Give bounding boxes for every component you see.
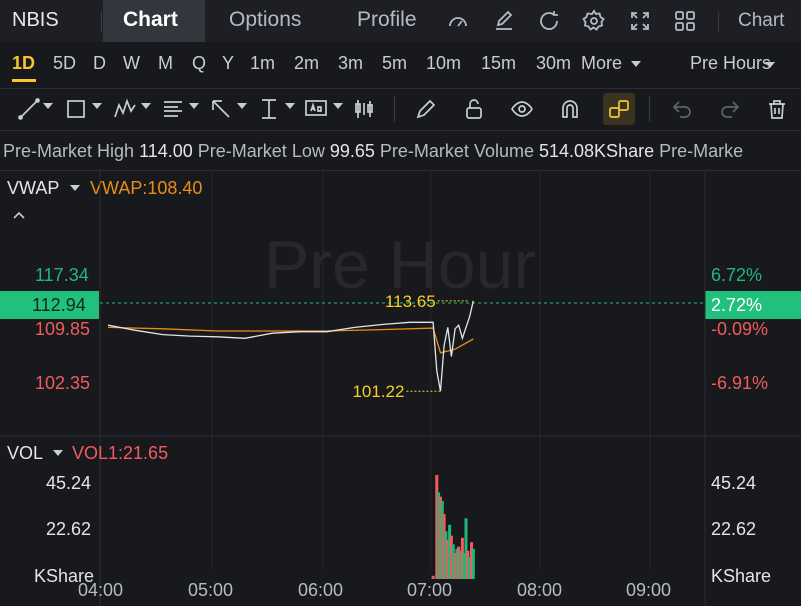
pencil-icon[interactable] xyxy=(414,97,438,121)
pattern-tool-icon[interactable] xyxy=(113,97,137,121)
vol-right-tick: 45.24 xyxy=(711,473,757,493)
chevron-down-icon[interactable] xyxy=(237,103,247,109)
period-5m[interactable]: 5m xyxy=(382,53,407,74)
high-value: 114.00 xyxy=(139,141,193,161)
period-d[interactable]: D xyxy=(93,53,106,74)
divider xyxy=(649,96,650,122)
divider xyxy=(0,130,801,131)
vol-right-tick: KShare xyxy=(711,566,772,586)
chevron-down-icon[interactable] xyxy=(43,103,53,109)
period-5d[interactable]: 5D xyxy=(53,53,76,74)
x-tick: 08:00 xyxy=(517,580,563,600)
chevron-down-icon[interactable] xyxy=(53,450,63,456)
period-10m[interactable]: 10m xyxy=(426,53,461,74)
x-tick: 04:00 xyxy=(78,580,124,600)
vol-value: VOL1:21.65 xyxy=(72,443,169,463)
period-3m[interactable]: 3m xyxy=(338,53,363,74)
low-marker: 101.22 xyxy=(352,382,404,401)
period-more[interactable]: More xyxy=(581,53,622,74)
edit-icon[interactable] xyxy=(492,9,516,33)
measure-tool-icon[interactable] xyxy=(257,97,281,121)
high-label: Pre-Market High xyxy=(3,141,135,161)
fullscreen-icon[interactable] xyxy=(628,9,652,33)
divider xyxy=(394,96,395,122)
period-q[interactable]: Q xyxy=(192,53,206,74)
trailing-label: Pre-Marke xyxy=(659,141,744,161)
layout-icon[interactable] xyxy=(673,9,697,33)
x-tick: 06:00 xyxy=(298,580,344,600)
indicator-vol[interactable]: VOL xyxy=(7,443,43,464)
fib-tool-icon[interactable] xyxy=(161,97,185,121)
chevron-down-icon xyxy=(765,62,775,68)
magnet-icon[interactable] xyxy=(558,97,582,121)
trash-icon[interactable] xyxy=(765,97,789,121)
period-y[interactable]: Y xyxy=(222,53,234,74)
vol-left-tick: 22.62 xyxy=(46,519,92,539)
period-m[interactable]: M xyxy=(158,53,173,74)
period-1m[interactable]: 1m xyxy=(250,53,275,74)
arrow-tool-icon[interactable] xyxy=(209,97,233,121)
symbol-label: NBIS xyxy=(12,9,59,31)
rectangle-tool-icon[interactable] xyxy=(64,97,88,121)
chevron-down-icon[interactable] xyxy=(92,103,102,109)
candle-tool-icon[interactable] xyxy=(352,97,376,121)
chevron-down-icon[interactable] xyxy=(141,103,151,109)
vol-right-tick: 22.62 xyxy=(711,519,757,539)
session-select[interactable]: Pre Hours xyxy=(690,53,771,74)
eye-icon[interactable] xyxy=(510,97,534,121)
redo-icon[interactable] xyxy=(718,97,742,121)
period-1d[interactable]: 1D xyxy=(12,53,35,74)
vol-left-tick: 45.24 xyxy=(46,473,92,493)
price-chart[interactable]: Pre Hour 113.65101.22 xyxy=(0,170,801,606)
line-tool-icon[interactable] xyxy=(17,97,41,121)
gauge-icon[interactable] xyxy=(446,9,470,33)
vwap-line xyxy=(107,326,474,354)
chevron-down-icon[interactable] xyxy=(333,103,343,109)
link-icon[interactable] xyxy=(607,97,631,121)
undo-icon[interactable] xyxy=(670,97,694,121)
high-marker: 113.65 xyxy=(385,292,436,311)
x-tick: 07:00 xyxy=(407,580,453,600)
period-15m[interactable]: 15m xyxy=(481,53,516,74)
low-value: 99.65 xyxy=(329,141,375,161)
period-2m[interactable]: 2m xyxy=(294,53,319,74)
text-tool-icon[interactable] xyxy=(304,97,328,121)
chart-menu[interactable]: Chart xyxy=(738,10,784,32)
lock-icon[interactable] xyxy=(462,97,486,121)
price-line xyxy=(107,300,474,392)
x-tick: 05:00 xyxy=(188,580,234,600)
chevron-down-icon xyxy=(631,61,641,67)
x-tick: 09:00 xyxy=(626,580,672,600)
refresh-icon[interactable] xyxy=(537,9,561,33)
divider xyxy=(718,12,719,32)
low-label: Pre-Market Low xyxy=(197,141,325,161)
premarket-stats: Pre-Market High 114.00 Pre-Market Low 99… xyxy=(3,141,743,162)
tab-options[interactable]: Options xyxy=(229,8,301,32)
tab-chart-label[interactable]: Chart xyxy=(123,8,178,32)
divider xyxy=(101,12,102,32)
period-w[interactable]: W xyxy=(123,53,140,74)
volume-value: 514.08KShare xyxy=(539,141,655,161)
period-active-indicator xyxy=(12,79,36,82)
settings-icon[interactable] xyxy=(582,9,606,33)
volume-label: Pre-Market Volume xyxy=(379,141,534,161)
period-30m[interactable]: 30m xyxy=(536,53,571,74)
chevron-down-icon[interactable] xyxy=(285,103,295,109)
chevron-down-icon[interactable] xyxy=(189,103,199,109)
divider xyxy=(0,88,801,89)
tab-profile[interactable]: Profile xyxy=(357,8,417,32)
volume-bar xyxy=(471,548,475,579)
volume-bar xyxy=(431,575,435,579)
